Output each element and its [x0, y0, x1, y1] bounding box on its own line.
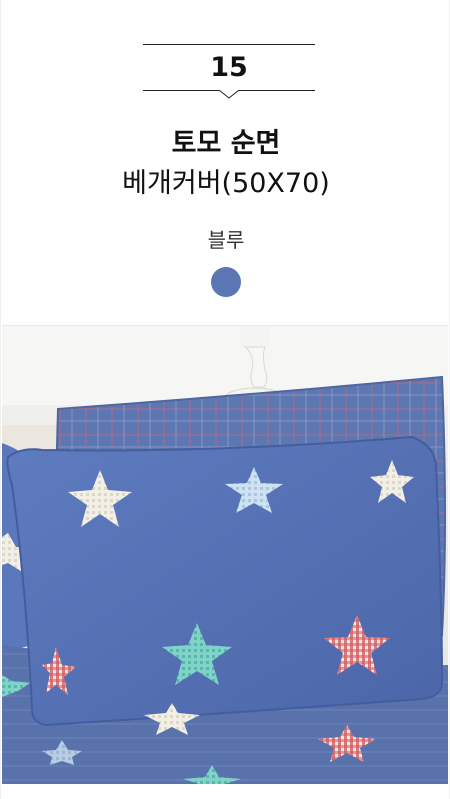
pillow-photo-illustration — [2, 325, 448, 784]
color-swatch[interactable] — [211, 267, 241, 297]
option-number-header: 15 — [143, 44, 315, 104]
option-number: 15 — [210, 52, 248, 83]
divider-top — [143, 44, 315, 45]
product-option-card: 15 토모 순면 베개커버(50X70) 블루 — [0, 0, 450, 799]
chevron-down-icon — [219, 90, 239, 99]
product-title-line1: 토모 순면 — [171, 128, 281, 159]
color-name: 블루 — [207, 228, 245, 252]
product-photo — [2, 325, 448, 784]
product-title-line2: 베개커버(50X70) — [122, 168, 330, 199]
